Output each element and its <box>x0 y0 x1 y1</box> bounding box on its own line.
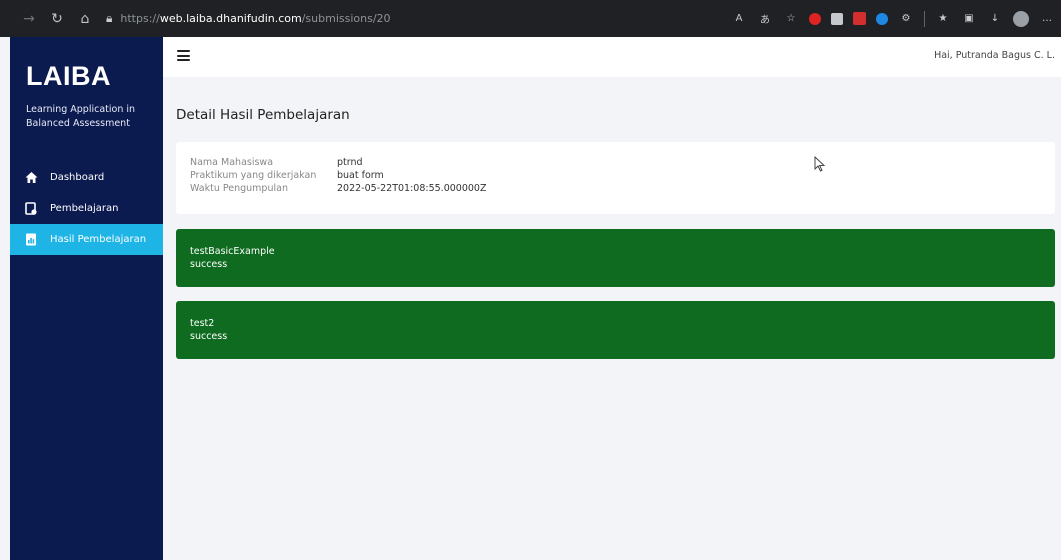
browser-extensions: A あ ☆ ⚙ ★ ▣ ↓ … <box>721 0 1055 37</box>
browser-toolbar: → ↻ ⌂ 🔒︎ https://web.laiba.dhanifudin.co… <box>0 0 1061 37</box>
test-result-card: testBasicExample success <box>176 229 1055 287</box>
favorite-add-icon[interactable]: ☆ <box>783 11 799 27</box>
address-bar[interactable]: 🔒︎ https://web.laiba.dhanifudin.com/subm… <box>106 6 626 32</box>
url-scheme: https:// <box>120 12 160 25</box>
sidebar-item-dashboard[interactable]: Dashboard <box>10 162 163 193</box>
test-name: testBasicExample <box>190 246 275 257</box>
info-row-student: Nama Mahasiswa ptrnd <box>190 156 1041 169</box>
report-icon <box>24 233 38 247</box>
info-label: Praktikum yang dikerjakan <box>190 170 317 181</box>
sidebar-item-label: Dashboard <box>50 172 105 183</box>
test-result-card: test2 success <box>176 301 1055 359</box>
info-row-practicum: Praktikum yang dikerjakan buat form <box>190 169 1041 182</box>
info-label: Nama Mahasiswa <box>190 157 274 168</box>
read-aloud-icon[interactable]: A <box>731 11 747 27</box>
forward-icon[interactable]: → <box>18 8 40 30</box>
extension-grey-icon[interactable] <box>831 12 843 25</box>
toolbar-divider <box>924 10 925 27</box>
brand-tagline: Learning Application in Balanced Assessm… <box>26 104 136 129</box>
menu-toggle-icon[interactable] <box>177 50 190 61</box>
extension-redsquare-icon[interactable] <box>853 12 866 25</box>
home-browser-icon[interactable]: ⌂ <box>74 8 96 30</box>
extensions-icon[interactable]: ⚙ <box>898 11 914 27</box>
page-title: Detail Hasil Pembelajaran <box>176 107 350 123</box>
url-path: /submissions/20 <box>301 12 391 25</box>
translate-icon[interactable]: あ <box>757 11 773 27</box>
collections-icon[interactable]: ▣ <box>961 11 977 27</box>
favorites-icon[interactable]: ★ <box>935 11 951 27</box>
extension-red-icon[interactable] <box>809 12 821 25</box>
info-value: buat form <box>337 170 384 181</box>
sidebar-item-pembelajaran[interactable]: Pembelajaran <box>10 193 163 224</box>
info-value: ptrnd <box>337 157 363 168</box>
sidebar: LAIBA Learning Application in Balanced A… <box>10 37 163 560</box>
info-row-submitted-at: Waktu Pengumpulan 2022-05-22T01:08:55.00… <box>190 182 1041 195</box>
info-value: 2022-05-22T01:08:55.000000Z <box>337 183 487 194</box>
download-icon[interactable]: ↓ <box>987 11 1003 27</box>
sidebar-item-label: Pembelajaran <box>50 203 119 214</box>
extension-blue-icon[interactable] <box>876 12 888 25</box>
mouse-cursor-icon <box>814 156 826 172</box>
sidebar-item-hasil-pembelajaran[interactable]: Hasil Pembelajaran <box>10 224 163 255</box>
document-icon <box>24 202 38 216</box>
sidebar-item-label: Hasil Pembelajaran <box>50 234 147 245</box>
profile-avatar-icon[interactable] <box>1013 10 1029 27</box>
user-greeting[interactable]: Hai, Putranda Bagus C. L. <box>934 50 1055 61</box>
url-host: web.laiba.dhanifudin.com <box>159 12 302 25</box>
submission-info-card: Nama Mahasiswa ptrnd Praktikum yang dike… <box>176 142 1055 214</box>
lock-icon: 🔒︎ <box>106 11 113 25</box>
sidebar-menu: Dashboard Pembelajaran Hasil Pembelajara… <box>10 162 163 255</box>
test-status: success <box>190 259 228 270</box>
info-label: Waktu Pengumpulan <box>190 183 288 194</box>
brand-logo[interactable]: LAIBA <box>26 61 111 92</box>
refresh-icon[interactable]: ↻ <box>46 8 68 30</box>
test-status: success <box>190 331 228 342</box>
test-name: test2 <box>190 318 215 329</box>
more-icon[interactable]: … <box>1039 11 1055 27</box>
home-icon <box>24 171 38 185</box>
app-header: Hai, Putranda Bagus C. L. <box>163 37 1061 77</box>
